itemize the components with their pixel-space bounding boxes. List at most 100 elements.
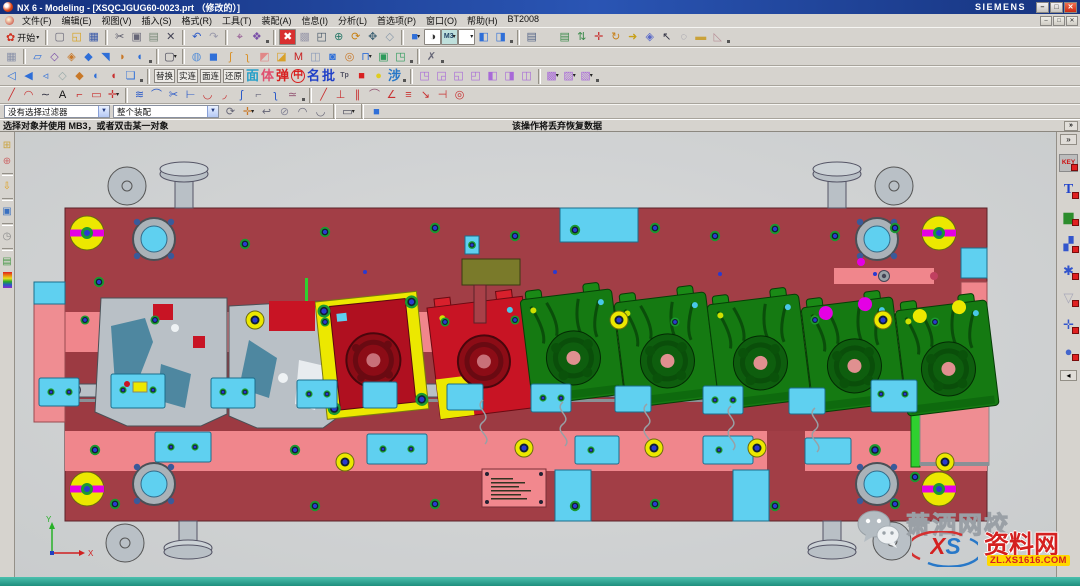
solid-link-text-button[interactable]: 实连	[177, 69, 198, 83]
replace-text-button[interactable]: 替换	[154, 69, 175, 83]
wave-browser-icon[interactable]: ▧▾	[578, 68, 595, 84]
zoom-window-icon[interactable]: ◰	[313, 29, 330, 45]
dropdown-caret[interactable]: ▾	[470, 29, 473, 45]
dropdown-caret[interactable]: ▾	[453, 29, 456, 45]
menu-item-13[interactable]: BT2008	[503, 14, 545, 27]
tp-icon[interactable]: Tp	[336, 68, 353, 84]
extrude-icon[interactable]: ◥	[97, 49, 114, 65]
pillar-tool-icon[interactable]: ✛	[1059, 316, 1078, 334]
angle-icon[interactable]: ∠	[383, 87, 400, 103]
xj-tool-icon[interactable]: ✗	[423, 49, 440, 65]
linked-body-icon[interactable]: ◫	[518, 68, 535, 84]
constraint-navigator-icon[interactable]: ⊕	[1, 156, 13, 168]
delete-face-icon[interactable]: ◖	[105, 68, 122, 84]
face-char-button[interactable]: 面	[245, 68, 260, 84]
toolbar-options-dot[interactable]	[509, 29, 514, 45]
background-icon[interactable]: ▾	[458, 29, 475, 45]
replace-face-icon[interactable]: ◆	[71, 68, 88, 84]
dropdown-caret[interactable]: ▾	[556, 68, 559, 84]
pan-icon[interactable]: ✥	[364, 29, 381, 45]
menu-item-1[interactable]: 文件(F)	[17, 14, 57, 27]
menu-item-10[interactable]: 首选项(P)	[372, 14, 421, 27]
toolbar-options-dot[interactable]	[409, 49, 414, 65]
history-icon[interactable]: ◷	[1, 231, 13, 243]
cut-icon[interactable]: ✂	[111, 29, 128, 45]
select-component-icon[interactable]: ↖	[658, 29, 675, 45]
datum-csys-icon[interactable]: ◈	[63, 49, 80, 65]
restore-button[interactable]: □	[1050, 2, 1063, 13]
constraint-line-icon[interactable]: ╱	[315, 87, 332, 103]
toolbar-options-dot[interactable]	[265, 29, 270, 45]
minimize-button[interactable]: –	[1040, 16, 1052, 26]
copy-face-icon[interactable]: ❏	[122, 68, 139, 84]
assembly-constraints-icon[interactable]: ◈	[641, 29, 658, 45]
pattern-icon[interactable]: ◳	[392, 49, 409, 65]
arc-icon[interactable]: ◠	[20, 87, 37, 103]
move-component-icon[interactable]: ➜	[624, 29, 641, 45]
restore-button[interactable]: □	[1053, 16, 1065, 26]
resize-face-icon[interactable]: ◐	[88, 68, 105, 84]
unite-icon[interactable]: ◙	[324, 49, 341, 65]
toolbar-options-dot[interactable]	[139, 68, 144, 84]
new-file-icon[interactable]: ▢	[51, 29, 68, 45]
snap-refresh-icon[interactable]: ⟳	[222, 104, 239, 120]
expand-arrow-button[interactable]: »	[1060, 134, 1077, 145]
stop-at-intersection-icon[interactable]: ◡	[312, 104, 329, 120]
section-icon[interactable]: ◺	[709, 29, 726, 45]
deselect-icon[interactable]: ⊘	[276, 104, 293, 120]
measure-icon[interactable]: ▬	[692, 29, 709, 45]
snap-point-icon[interactable]: ✛▾	[240, 104, 257, 120]
intersect-icon[interactable]: ⊓▾	[358, 49, 375, 65]
minimize-button[interactable]: –	[1036, 2, 1049, 13]
insert-body-icon[interactable]: ●	[1059, 343, 1078, 361]
selection-filter-combo[interactable]: 没有选择过滤器 ▼	[4, 105, 110, 118]
perspective-icon[interactable]: ◇	[381, 29, 398, 45]
rotate-view-icon[interactable]: ⟳	[347, 29, 364, 45]
sketch-grid-icon[interactable]: ▦	[3, 49, 20, 65]
menu-item-5[interactable]: 格式(R)	[177, 14, 218, 27]
chevron-down-icon[interactable]: ▼	[98, 106, 109, 117]
show-hide-icon[interactable]: ◌	[675, 29, 692, 45]
assembly-sequence-icon[interactable]: ▤	[556, 29, 573, 45]
face-link-text-button[interactable]: 面连	[200, 69, 221, 83]
paste-icon[interactable]: ▤	[145, 29, 162, 45]
rectangle-icon[interactable]: ▭	[88, 87, 105, 103]
selection-scope-combo[interactable]: 整个装配 ▼	[113, 105, 219, 118]
close-button[interactable]: ✕	[1064, 2, 1077, 13]
instance-icon[interactable]: ▣	[375, 49, 392, 65]
touch-icon[interactable]: ⌖	[231, 29, 248, 45]
graphics-viewport[interactable]: Y X	[15, 132, 1056, 577]
batch-char-button[interactable]: 批	[321, 68, 336, 84]
part-navigator-icon[interactable]: ⇩	[1, 181, 13, 193]
iso-view-icon[interactable]: ◨	[492, 29, 509, 45]
undo-icon[interactable]: ↶	[188, 29, 205, 45]
bend-icon[interactable]: ◪	[273, 49, 290, 65]
interpart-link-icon[interactable]: ◲	[433, 68, 450, 84]
copy-icon[interactable]: ▣	[128, 29, 145, 45]
gear-tool-icon[interactable]: ✱	[1059, 262, 1078, 280]
components-icon[interactable]: ▞	[1059, 235, 1078, 253]
point-curve-icon[interactable]: ✛▾	[105, 87, 122, 103]
dropdown-caret[interactable]: ▾	[573, 68, 576, 84]
block-icon[interactable]: ◼	[205, 49, 222, 65]
menu-item-4[interactable]: 插入(S)	[137, 14, 177, 27]
shaded-select-icon[interactable]: ■	[368, 104, 385, 120]
start-button[interactable]: ✿开始▾	[3, 29, 42, 45]
menu-item-9[interactable]: 分析(L)	[333, 14, 372, 27]
menu-item-3[interactable]: 视图(V)	[97, 14, 137, 27]
variational-sweep-icon[interactable]: ʅ	[239, 49, 256, 65]
wave-geometry-icon[interactable]: ▩▾	[544, 68, 561, 84]
m3-icon[interactable]: M3▾	[441, 29, 458, 45]
color-palette-strip[interactable]	[3, 272, 12, 288]
menu-item-11[interactable]: 窗口(O)	[421, 14, 462, 27]
sketch-icon[interactable]: ▢▾	[162, 49, 179, 65]
text-tool-icon[interactable]: T	[1059, 181, 1078, 199]
zoom-icon[interactable]: ⊕	[330, 29, 347, 45]
window-cascade-icon[interactable]: ▤	[523, 29, 540, 45]
spring-char-button[interactable]: 弹	[275, 68, 290, 84]
promote-body-icon[interactable]: ◱	[450, 68, 467, 84]
menu-item-2[interactable]: 编辑(E)	[57, 14, 97, 27]
point-icon[interactable]: ◆	[80, 49, 97, 65]
chevron-down-icon[interactable]: ▼	[207, 106, 218, 117]
move-face-icon[interactable]: ◁	[3, 68, 20, 84]
